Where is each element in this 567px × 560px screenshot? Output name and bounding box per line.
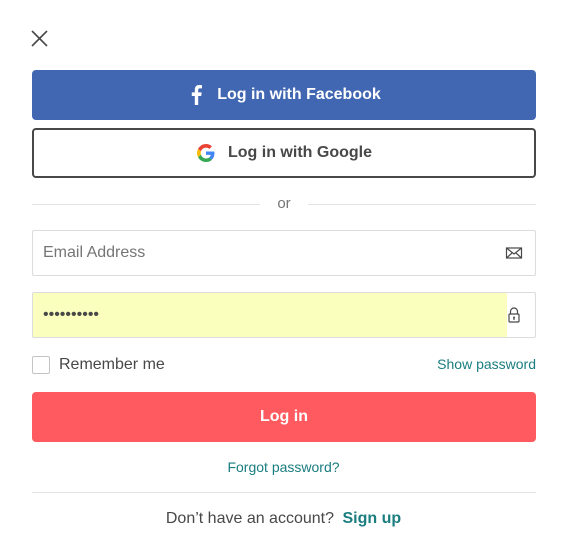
facebook-login-label: Log in with Facebook	[217, 86, 381, 103]
facebook-icon	[187, 84, 205, 106]
remember-me-checkbox[interactable]	[32, 356, 50, 374]
forgot-password-row: Forgot password?	[0, 459, 567, 475]
login-button-label: Log in	[260, 408, 308, 425]
envelope-icon	[505, 247, 523, 259]
facebook-login-button[interactable]: Log in with Facebook	[32, 70, 536, 120]
google-icon	[196, 143, 216, 163]
login-button[interactable]: Log in	[32, 392, 536, 442]
close-button[interactable]	[30, 29, 50, 49]
footer-divider	[32, 492, 536, 493]
forgot-password-link[interactable]: Forgot password?	[227, 459, 339, 475]
password-field-container	[32, 292, 536, 338]
signup-link[interactable]: Sign up	[342, 510, 401, 527]
divider-line-right	[308, 204, 536, 205]
signup-row: Don’t have an account? Sign up	[0, 510, 567, 528]
password-input[interactable]	[33, 293, 507, 337]
remember-me[interactable]: Remember me	[32, 354, 165, 376]
email-input[interactable]	[33, 231, 493, 275]
close-icon	[31, 30, 48, 47]
google-login-label: Log in with Google	[228, 144, 372, 161]
remember-me-label: Remember me	[59, 356, 165, 373]
or-divider: or	[32, 194, 536, 214]
show-password-link[interactable]: Show password	[437, 356, 536, 372]
lock-icon	[508, 307, 520, 323]
signup-prompt: Don’t have an account?	[165, 510, 334, 527]
email-field-container	[32, 230, 536, 276]
google-login-button[interactable]: Log in with Google	[32, 128, 536, 178]
